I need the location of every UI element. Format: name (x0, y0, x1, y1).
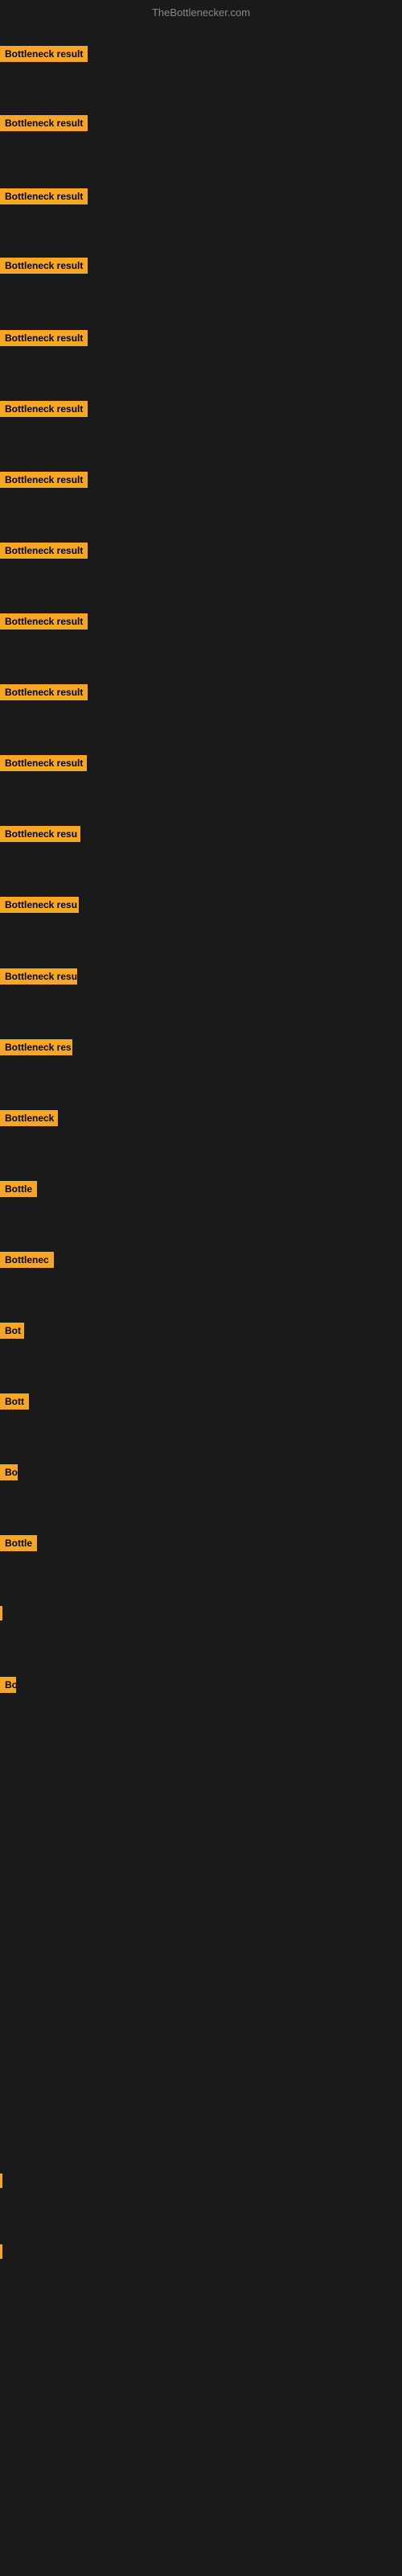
bottleneck-result-badge: Bott (0, 1393, 29, 1410)
bottleneck-result-badge: Bottleneck result (0, 684, 88, 700)
bottleneck-result-badge: Bottleneck result (0, 115, 88, 131)
bottleneck-result-badge: Bottleneck result (0, 472, 88, 488)
bottleneck-result-badge: Bottleneck (0, 1110, 58, 1126)
bottleneck-result-badge: Bottleneck res (0, 1039, 72, 1055)
bottleneck-result-badge: Bottleneck result (0, 46, 88, 62)
bottleneck-result-badge: Bottleneck result (0, 613, 88, 630)
bottleneck-result-badge: Bottle (0, 1535, 37, 1551)
bottleneck-result-badge: Bottleneck result (0, 188, 88, 204)
bottleneck-result-badge: Bottleneck result (0, 330, 88, 346)
site-title: TheBottlenecker.com (0, 6, 402, 19)
bottleneck-result-badge: Bottleneck result (0, 401, 88, 417)
result-bar (0, 2244, 2, 2259)
bottleneck-result-badge: Bottleneck result (0, 755, 87, 771)
bottleneck-result-badge: Bot (0, 1323, 24, 1339)
bottleneck-result-badge: Bottleneck resu (0, 897, 79, 913)
result-bar (0, 1606, 2, 1620)
bottleneck-result-badge: Bottleneck resu (0, 826, 80, 842)
bottleneck-result-badge: Bottleneck resu (0, 968, 77, 985)
bottleneck-result-badge: Bottleneck result (0, 543, 88, 559)
bottleneck-result-badge: Bo (0, 1464, 18, 1480)
bottleneck-result-badge: Bo (0, 1677, 16, 1693)
bottleneck-result-badge: Bottleneck result (0, 258, 88, 274)
bottleneck-result-badge: Bottlenec (0, 1252, 54, 1268)
bottleneck-result-badge: Bottle (0, 1181, 37, 1197)
result-bar (0, 2174, 2, 2188)
